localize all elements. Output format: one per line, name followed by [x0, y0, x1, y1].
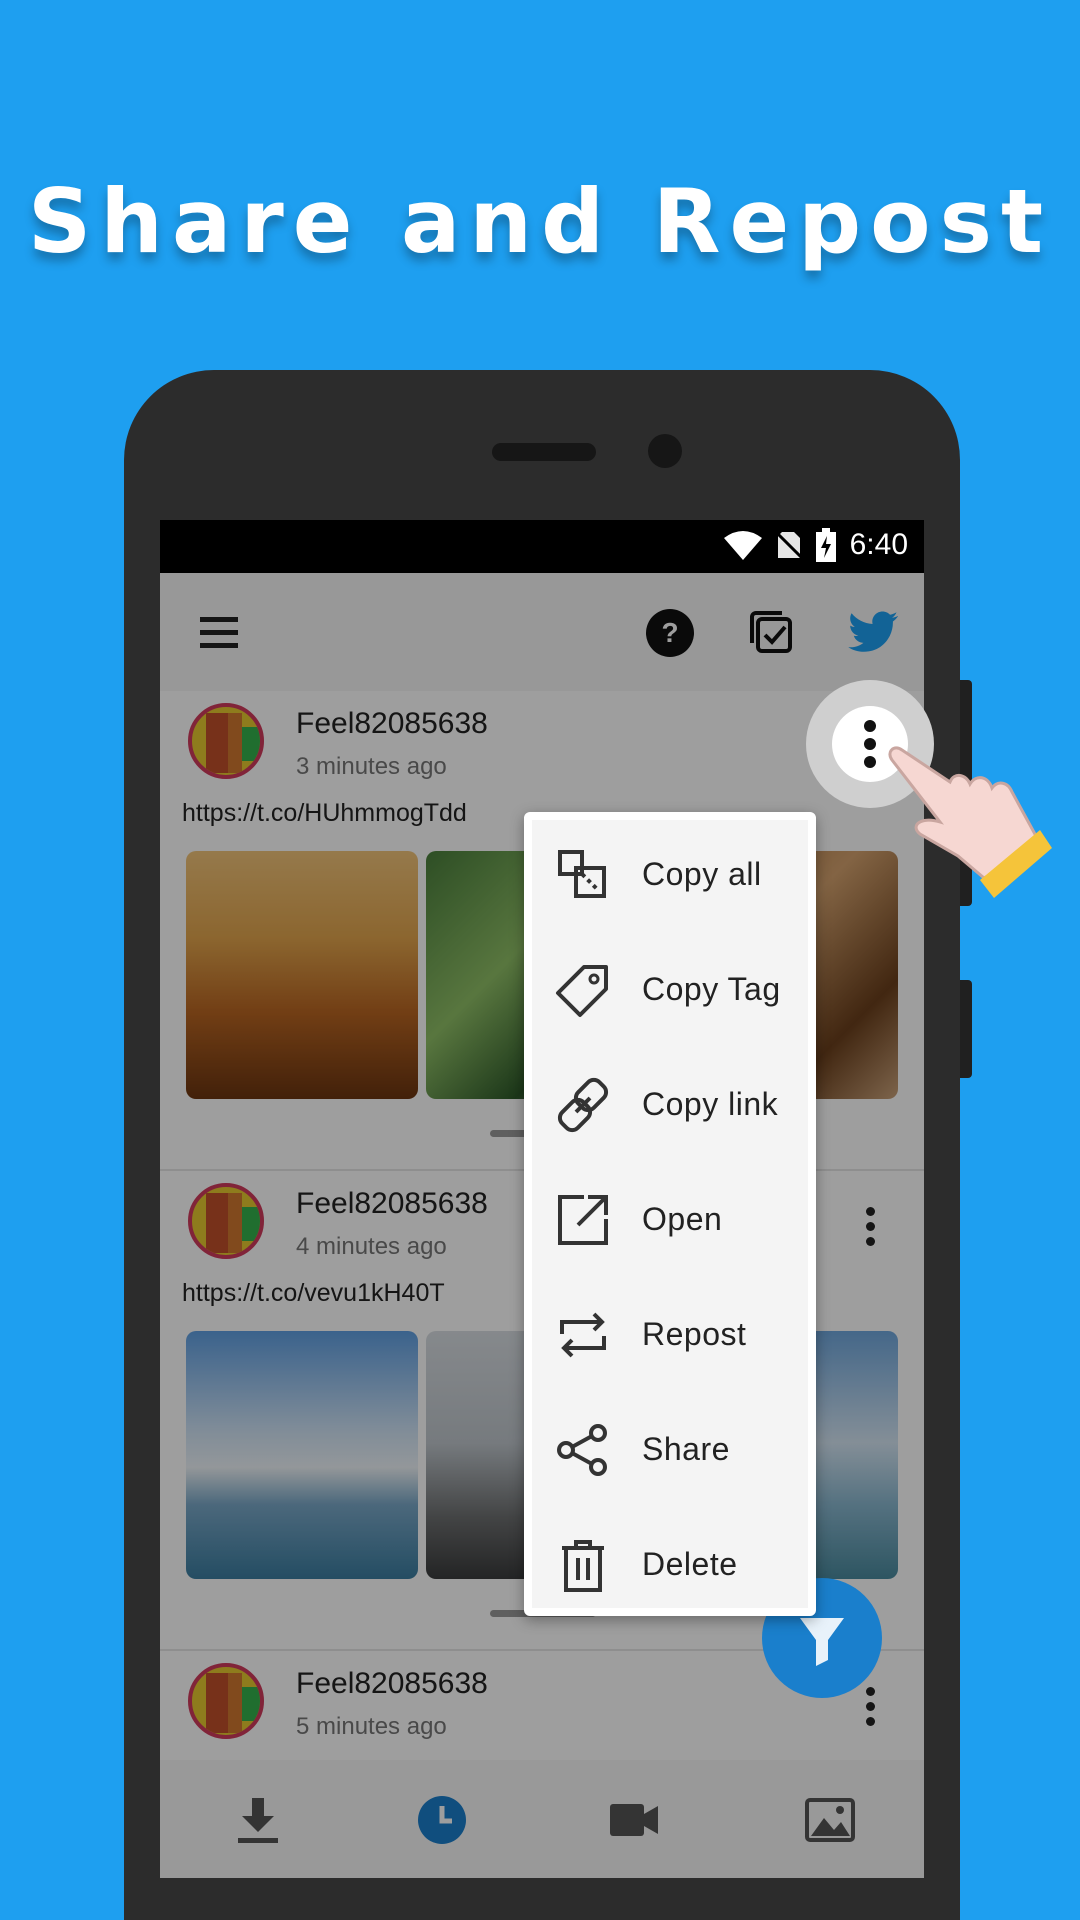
phone-camera — [648, 434, 682, 468]
menu-item-copy-tag[interactable]: Copy Tag — [532, 935, 808, 1050]
menu-item-label: Delete — [642, 1546, 738, 1582]
menu-item-label: Share — [642, 1431, 730, 1467]
link-icon — [557, 1077, 609, 1133]
tag-icon — [556, 965, 608, 1017]
menu-item-label: Repost — [642, 1316, 747, 1352]
menu-item-copy-all[interactable]: Copy all — [532, 820, 808, 935]
context-menu: Copy all Copy Tag Copy link Open Repost … — [524, 812, 816, 1616]
share-icon — [557, 1424, 607, 1476]
pointing-hand-icon — [888, 746, 1052, 898]
menu-item-label: Copy all — [642, 856, 762, 892]
phone-volume-button — [960, 980, 972, 1078]
menu-item-copy-link[interactable]: Copy link — [532, 1050, 808, 1165]
status-clock: 6:40 — [849, 528, 908, 561]
menu-item-label: Copy Tag — [642, 971, 781, 1007]
menu-item-delete[interactable]: Delete — [532, 1510, 808, 1625]
open-external-icon — [558, 1195, 608, 1245]
menu-item-repost[interactable]: Repost — [532, 1280, 808, 1395]
copy-all-icon — [558, 850, 606, 898]
trash-icon — [562, 1540, 604, 1592]
phone-speaker — [492, 443, 596, 461]
battery-charging-icon — [815, 528, 836, 562]
repost-icon — [560, 1312, 606, 1358]
status-bar: 6:40 — [160, 520, 924, 573]
headline: Share and Repost — [27, 170, 1053, 273]
wifi-icon — [723, 531, 762, 560]
menu-item-label: Copy link — [642, 1086, 779, 1122]
no-sim-icon — [775, 530, 802, 560]
menu-item-label: Open — [642, 1201, 723, 1237]
menu-item-open[interactable]: Open — [532, 1165, 808, 1280]
menu-item-share[interactable]: Share — [532, 1395, 808, 1510]
